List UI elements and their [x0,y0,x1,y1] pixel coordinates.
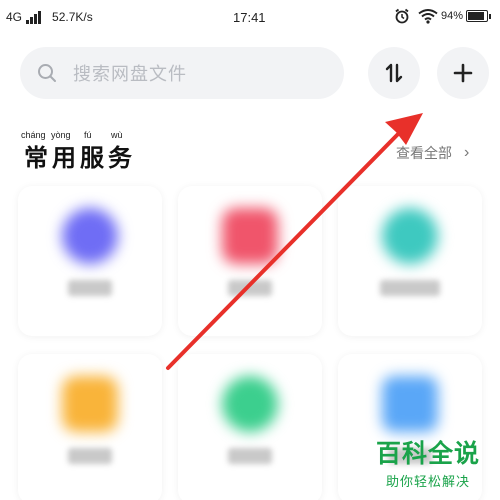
annotation-arrow [166,113,423,370]
watermark: 百科全说 助你轻松解决 [376,440,480,490]
watermark-subtitle: 助你轻松解决 [386,474,471,489]
arrow-shaft [166,128,404,370]
watermark-title: 百科全说 [376,440,481,468]
app-screen: 4G 52.7K/s 17:41 94% 搜索网盘文件 cháng yòng f… [0,0,500,500]
